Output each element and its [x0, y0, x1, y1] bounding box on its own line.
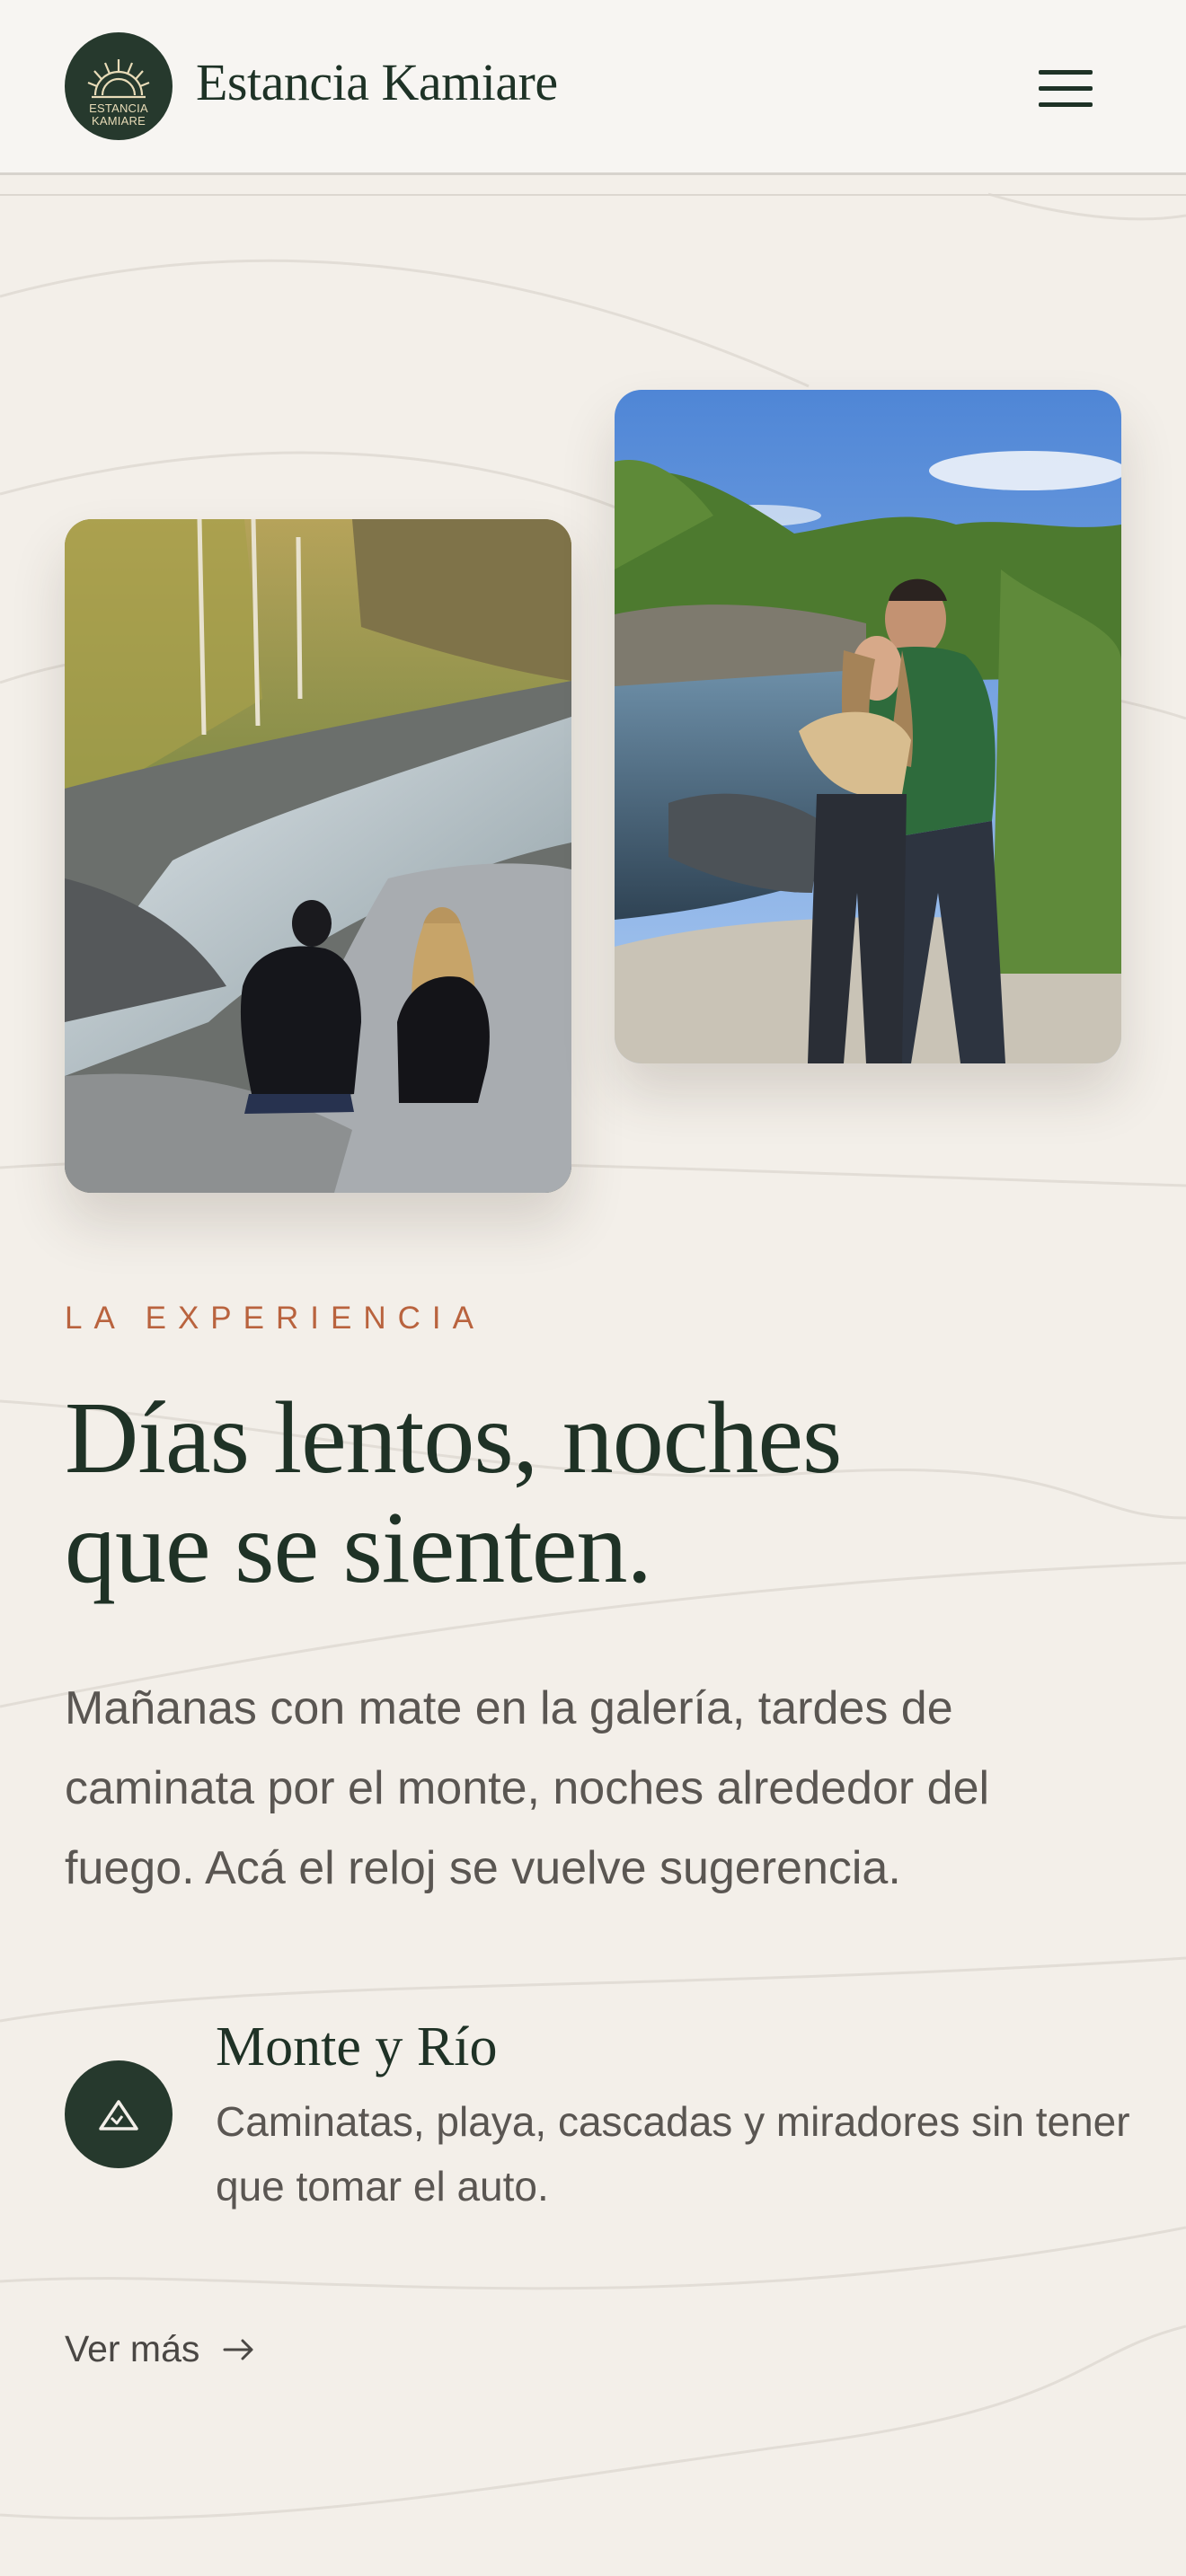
section-eyebrow: LA EXPERIENCIA — [65, 1301, 485, 1336]
arrow-right-icon — [223, 2339, 253, 2360]
headline-line-1: Días lentos, noches — [65, 1381, 842, 1495]
hamburger-line — [1039, 86, 1093, 91]
hamburger-line — [1039, 102, 1093, 107]
header-divider — [0, 194, 1186, 196]
feature-icon-badge — [65, 2060, 173, 2168]
logo-text-line2: KAMIARE — [92, 114, 146, 128]
river-couple-sitting-photo — [65, 519, 571, 1193]
ver-mas-link[interactable]: Ver más — [65, 2328, 257, 2370]
brand-name[interactable]: Estancia Kamiare — [196, 52, 558, 112]
section-headline: Días lentos, noches que se sienten. — [65, 1383, 1107, 1602]
headline-line-2: que se sienten. — [65, 1490, 652, 1604]
estancia-kamiare-logo[interactable]: ESTANCIA KAMIARE — [65, 32, 173, 140]
mountain-icon — [99, 2100, 138, 2130]
couple-portrait-photo — [615, 390, 1121, 1063]
feature-title: Monte y Río — [216, 2016, 498, 2078]
feature-description: Caminatas, playa, cascadas y miradores s… — [216, 2098, 1130, 2210]
menu-button[interactable] — [1035, 65, 1096, 111]
ver-mas-label: Ver más — [65, 2328, 200, 2369]
site-header: ESTANCIA KAMIARE Estancia Kamiare — [0, 0, 1186, 175]
hamburger-menu-icon — [1039, 70, 1093, 75]
section-intro: Mañanas con mate en la galería, tardes d… — [65, 1682, 990, 1894]
logo-text-line1: ESTANCIA — [89, 101, 148, 115]
